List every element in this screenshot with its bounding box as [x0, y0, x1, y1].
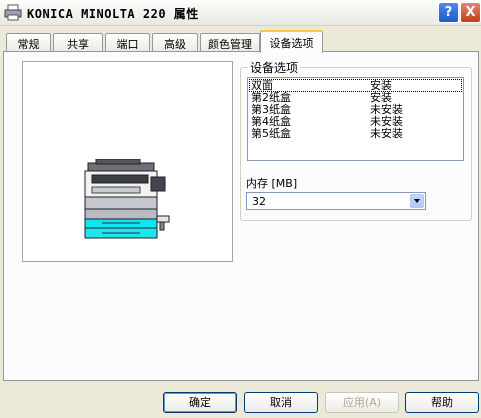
tab-color-management[interactable]: 颜色管理	[200, 33, 260, 51]
printer-illustration	[84, 159, 170, 239]
tab-sharing[interactable]: 共享	[53, 33, 103, 51]
help-titlebar-button[interactable]: ?	[438, 2, 459, 23]
tab-strip: 常规 共享 端口 高级 颜色管理 设备选项	[0, 30, 481, 53]
apply-button[interactable]: 应用(A)	[325, 392, 399, 413]
memory-label: 内存 [MB]	[246, 177, 298, 190]
help-button[interactable]: 帮助	[405, 392, 479, 413]
tab-ports[interactable]: 端口	[105, 33, 150, 51]
memory-value: 32	[252, 195, 266, 208]
list-item[interactable]: 第4纸盒 未安装	[250, 116, 461, 127]
tab-panel: 设备选项 双面 安装 第2纸盒 安装 第3纸盒 未安装 第4纸盒 未安装 第5纸…	[3, 51, 479, 381]
list-item[interactable]: 第5纸盒 未安装	[250, 128, 461, 139]
window-title: KONICA MINOLTA 220 属性	[27, 7, 199, 21]
printer-icon	[4, 4, 22, 21]
tab-device-settings[interactable]: 设备选项	[260, 30, 323, 53]
chevron-down-icon[interactable]	[410, 194, 424, 208]
cancel-button[interactable]: 取消	[244, 392, 318, 413]
device-options-legend: 设备选项	[248, 59, 301, 76]
close-button[interactable]: X	[460, 2, 481, 23]
ok-button[interactable]: 确定	[163, 392, 237, 413]
tab-general[interactable]: 常规	[6, 33, 51, 51]
list-item[interactable]: 第2纸盒 安装	[250, 92, 461, 103]
list-item[interactable]: 双面 安装	[249, 79, 462, 92]
device-options-list[interactable]: 双面 安装 第2纸盒 安装 第3纸盒 未安装 第4纸盒 未安装 第5纸盒 未安装	[247, 77, 464, 161]
list-item[interactable]: 第3纸盒 未安装	[250, 104, 461, 115]
memory-dropdown[interactable]: 32	[246, 192, 426, 210]
printer-preview	[22, 61, 233, 262]
title-bar: KONICA MINOLTA 220 属性 ? X	[0, 0, 481, 26]
tab-advanced[interactable]: 高级	[152, 33, 198, 51]
